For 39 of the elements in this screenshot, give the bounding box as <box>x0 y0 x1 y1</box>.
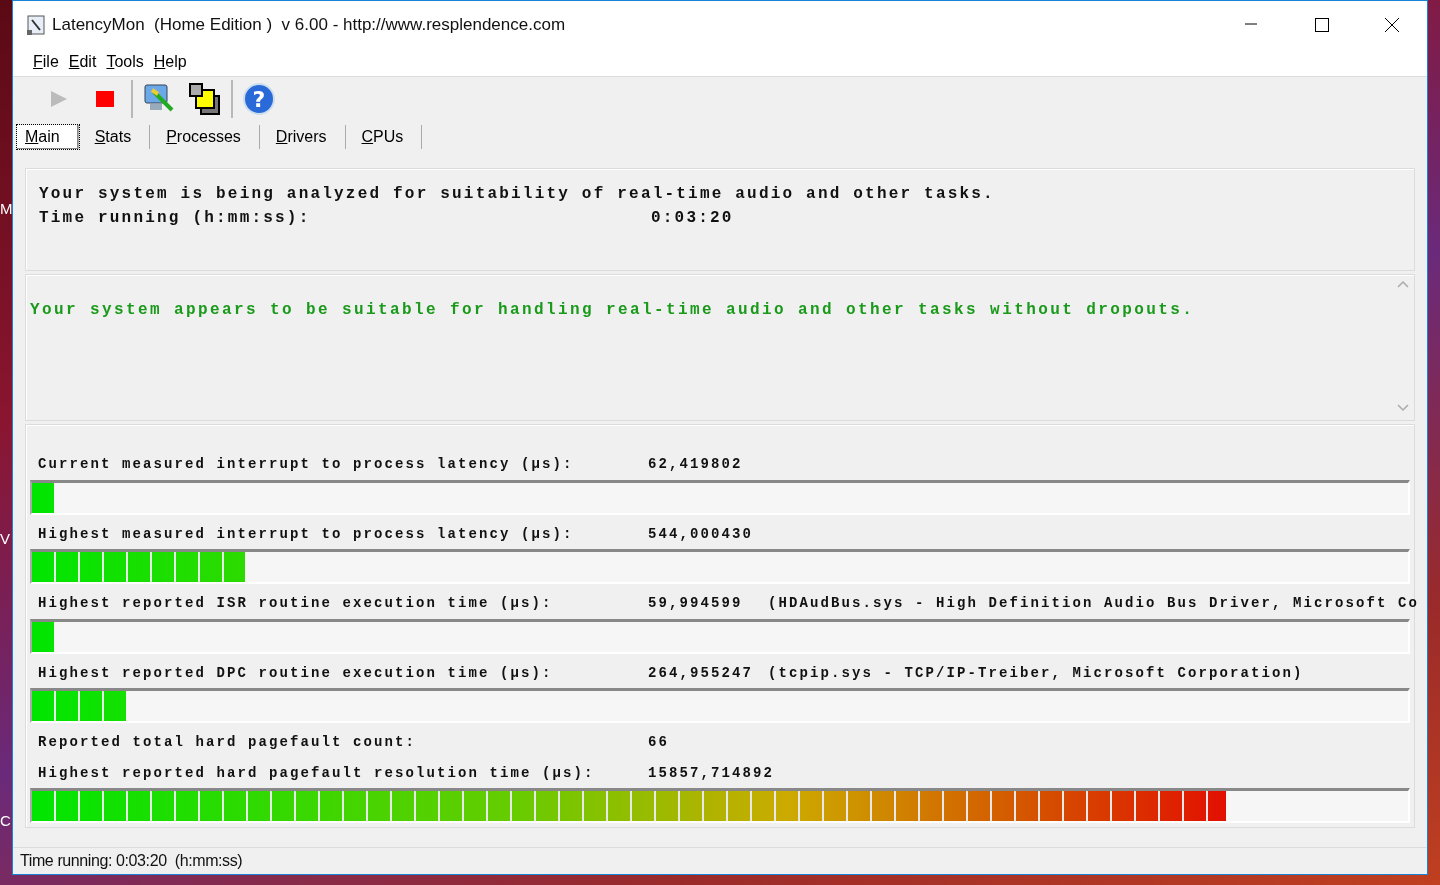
meter-label: Current measured interrupt to process latency (µs): <box>38 456 575 473</box>
tab[interactable]: Main <box>17 125 79 149</box>
tab[interactable]: Processes <box>158 125 260 149</box>
desktop-icon-label: C <box>0 812 12 829</box>
meter-value: 59,994599 <box>648 595 744 612</box>
meter-label: Highest reported ISR routine execution time (µs): <box>38 595 554 612</box>
desktop-icon-label: V <box>0 530 11 547</box>
meter-value: 15857,714892 <box>648 764 776 781</box>
meter-value: 66 <box>648 734 670 751</box>
scroll-up-icon[interactable] <box>1397 280 1409 288</box>
meter-detail: (HDAudBus.sys - High Definition Audio Bus Driver, Microsoft Co <box>768 595 1420 612</box>
verdict-text: Your system appears to be suitable for handling real-time audio and other tasks without dropouts. <box>30 301 1196 321</box>
meter-detail: (tcpip.sys - TCP/IP-Treiber, Microsoft Corporation) <box>768 664 1304 681</box>
window-title: LatencyMon (Home Edition ) v 6.00 - http://www.resplendence.com <box>52 14 567 35</box>
menu-item[interactable]: Edit <box>66 53 105 71</box>
overlapping-squares-icon[interactable] <box>188 82 222 116</box>
meter-label: Highest reported hard pagefault resolution time (µs): <box>38 764 596 781</box>
tab[interactable]: Drivers <box>267 125 346 149</box>
scroll-down-icon[interactable] <box>1397 404 1409 412</box>
status-bar: Time running: 0:03:20 (h:mm:ss) <box>13 847 1427 874</box>
app-icon <box>26 13 46 36</box>
meter-label: Highest measured interrupt to process latency (µs): <box>38 525 575 542</box>
meter-value: 264,955247 <box>648 664 754 681</box>
menu-item[interactable]: File <box>31 53 67 71</box>
meter-value: 544,000430 <box>648 525 754 542</box>
help-button[interactable]: ? <box>241 81 277 117</box>
desktop-icon-label: M <box>0 200 12 217</box>
tab[interactable]: CPUs <box>353 125 423 149</box>
close-icon[interactable] <box>1385 17 1399 32</box>
meter-label: Reported total hard pagefault count: <box>38 734 418 751</box>
time-label: Time running (h:mm:ss): <box>39 209 312 227</box>
tab[interactable]: Stats <box>86 125 151 149</box>
maximize-icon[interactable] <box>1315 17 1329 32</box>
time-value: 0:03:20 <box>651 209 734 227</box>
menu-item[interactable]: Tools <box>104 53 152 71</box>
meter-value: 62,419802 <box>648 456 744 473</box>
meter-label: Highest reported DPC routine execution time (µs): <box>38 664 554 681</box>
analysis-text: Your system is being analyzed for suitability of real-time audio and other tasks. <box>39 185 996 203</box>
menu-item[interactable]: Help <box>151 53 195 71</box>
